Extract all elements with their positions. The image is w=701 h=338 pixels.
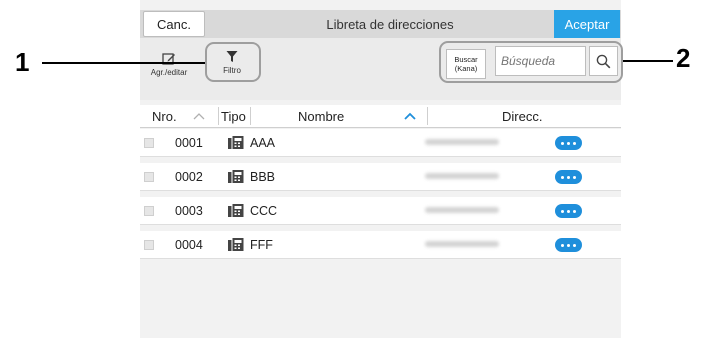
column-type[interactable]: Tipo (221, 105, 246, 127)
column-separator (218, 107, 219, 125)
column-type-label: Tipo (221, 108, 246, 124)
sort-up-icon (193, 113, 205, 120)
row-name: FFF (250, 238, 273, 252)
callout-2: 2 (676, 43, 691, 73)
column-address-label: Direcc. (502, 108, 543, 124)
column-separator (250, 107, 251, 125)
column-number-label: Nro. (152, 108, 177, 124)
search-kana-button[interactable]: Buscar (Kana) (446, 49, 486, 79)
row-checkbox[interactable] (144, 172, 154, 182)
table-row[interactable]: 0001 AAA (140, 129, 621, 157)
row-name: AAA (250, 136, 276, 150)
row-number: 0002 (175, 170, 203, 184)
row-number: 0004 (175, 238, 203, 252)
table-header: Nro. Tipo Nombre Direcc. (140, 105, 621, 128)
more-options-button[interactable] (555, 170, 582, 184)
row-number: 0001 (175, 136, 203, 150)
accept-button[interactable]: Aceptar (554, 10, 620, 38)
filter-label: Filtro (223, 65, 241, 75)
more-options-button[interactable] (555, 238, 582, 252)
column-name-label: Nombre (298, 108, 345, 124)
filter-icon (226, 50, 238, 62)
row-address-redacted (425, 139, 499, 145)
column-name[interactable]: Nombre (298, 105, 344, 127)
row-name: BBB (250, 170, 276, 184)
row-checkbox[interactable] (144, 206, 154, 216)
row-checkbox[interactable] (144, 240, 154, 250)
more-options-button[interactable] (555, 204, 582, 218)
row-number: 0003 (175, 204, 203, 218)
column-address[interactable]: Direcc. (502, 105, 542, 127)
filter-button[interactable]: Filtro (207, 45, 257, 79)
fax-icon (228, 170, 244, 183)
callout-1-line (42, 62, 205, 64)
search-kana-line2: (Kana) (454, 64, 478, 73)
cancel-button[interactable]: Canc. (143, 11, 205, 37)
row-address-redacted (425, 207, 499, 213)
add-edit-button[interactable]: Agr./editar (146, 46, 192, 82)
row-address-redacted (425, 241, 499, 247)
table-row[interactable]: 0004 FFF (140, 231, 621, 259)
fax-icon (228, 204, 244, 217)
column-number[interactable]: Nro. (152, 105, 205, 127)
sort-up-active-icon (404, 112, 416, 120)
column-separator (427, 107, 428, 125)
fax-icon (228, 238, 244, 251)
search-input[interactable] (495, 46, 586, 76)
page-title: Libreta de direcciones (326, 16, 454, 32)
callout-2-line (623, 60, 673, 62)
row-name: CCC (250, 204, 278, 218)
search-kana-line1: Buscar (454, 55, 478, 64)
row-address-redacted (425, 173, 499, 179)
table-row[interactable]: 0002 BBB (140, 163, 621, 191)
row-checkbox[interactable] (144, 138, 154, 148)
callout-1: 1 (15, 47, 30, 77)
search-icon (596, 54, 611, 68)
search-button[interactable] (589, 46, 618, 76)
table-row[interactable]: 0003 CCC (140, 197, 621, 225)
more-options-button[interactable] (555, 136, 582, 150)
fax-icon (228, 136, 244, 149)
add-edit-label: Agr./editar (150, 67, 188, 77)
